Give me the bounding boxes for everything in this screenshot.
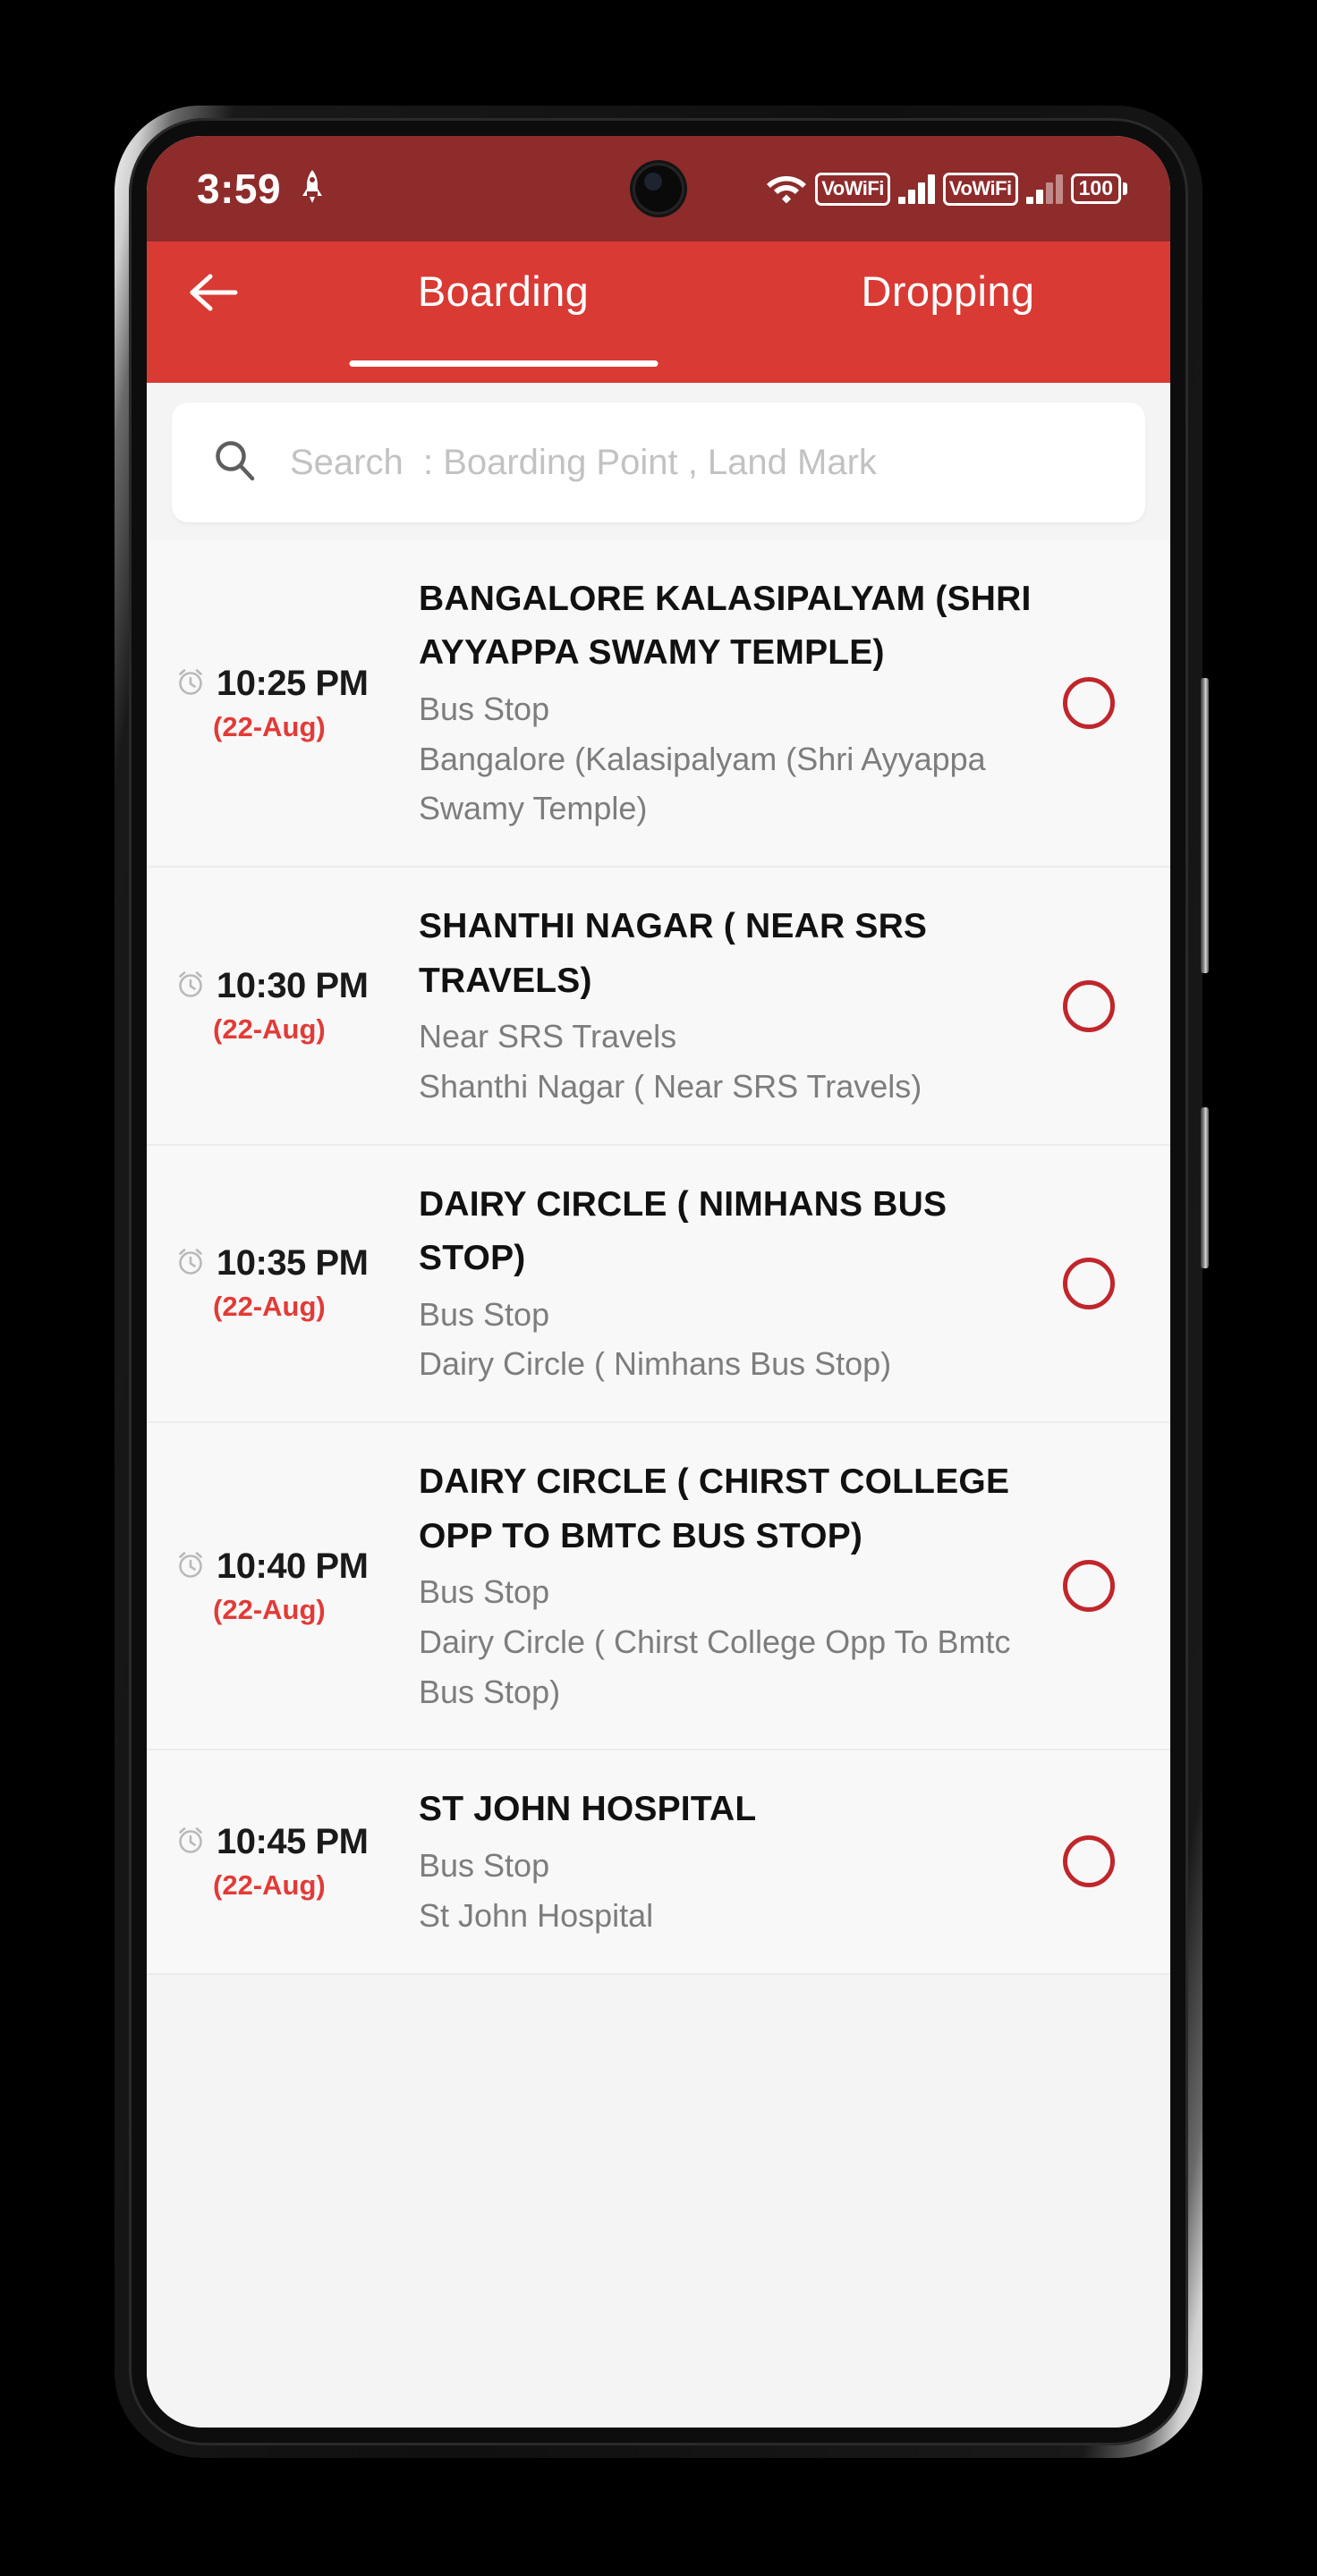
stop-time-line: 10:35 PM <box>175 1243 399 1284</box>
alarm-clock-icon <box>175 1825 206 1860</box>
tab-active-indicator <box>349 360 658 367</box>
stop-time-column: 10:25 PM (22-Aug) <box>166 664 399 743</box>
stop-title: ST JOHN HOSPITAL <box>419 1790 757 1829</box>
alarm-clock-icon <box>175 1246 206 1281</box>
back-button[interactable] <box>147 242 281 347</box>
stop-select-radio[interactable] <box>1063 1257 1115 1309</box>
stop-time: 10:40 PM <box>217 1546 369 1586</box>
stop-landmark: Bangalore (Kalasipalyam (Shri Ayyappa Sw… <box>419 740 986 827</box>
tab-bar: Boarding Dropping <box>281 242 1170 383</box>
vowifi-badge-sim1: VoWiFi <box>815 172 890 206</box>
alarm-clock-icon <box>175 969 206 1004</box>
volume-button[interactable] <box>1201 678 1209 973</box>
rocket-icon <box>301 169 324 209</box>
stop-title: SHANTHI NAGAR ( NEAR SRS TRAVELS) <box>419 907 928 1000</box>
stop-details: SHANTHI NAGAR ( NEAR SRS TRAVELS) Near S… <box>399 900 1063 1111</box>
search-bar[interactable] <box>172 402 1145 522</box>
stop-time: 10:25 PM <box>217 663 369 703</box>
stop-subtitle: Bus Stop <box>419 1846 550 1884</box>
stop-time-line: 10:30 PM <box>175 966 399 1006</box>
phone-device: 3:59 VoWiFi VoWiFi 100 Boarding Dropping… <box>115 106 1209 2458</box>
signal-bars-icon-sim1 <box>897 174 935 204</box>
stop-select-radio[interactable] <box>1063 979 1115 1032</box>
stop-date: (22-Aug) <box>213 710 326 742</box>
status-clock: 3:59 <box>197 165 282 212</box>
stop-landmark: St John Hospital <box>419 1896 654 1934</box>
stop-time-line: 10:25 PM <box>175 664 399 704</box>
tab-boarding-label: Boarding <box>417 267 590 315</box>
battery-level-label: 100 <box>1070 174 1121 204</box>
front-camera-punch-hole <box>633 163 684 215</box>
stop-select-radio[interactable] <box>1063 677 1115 730</box>
search-icon <box>211 437 258 488</box>
stop-time-column: 10:40 PM (22-Aug) <box>166 1546 399 1626</box>
search-input[interactable] <box>290 442 1106 483</box>
search-section <box>147 383 1170 540</box>
screenshot-stage: 3:59 VoWiFi VoWiFi 100 Boarding Dropping… <box>0 0 1317 2576</box>
alarm-clock-icon <box>175 1549 206 1584</box>
stop-title: DAIRY CIRCLE ( NIMHANS BUS STOP) <box>419 1184 947 1278</box>
stop-time: 10:35 PM <box>217 1243 369 1284</box>
alarm-clock-icon <box>175 666 206 701</box>
table-row[interactable]: 10:30 PM (22-Aug) SHANTHI NAGAR ( NEAR S… <box>147 868 1170 1146</box>
app-bar: Boarding Dropping <box>147 242 1170 383</box>
stop-subtitle: Bus Stop <box>419 1295 550 1333</box>
vowifi-badge-sim2: VoWiFi <box>942 172 1018 206</box>
wifi-icon <box>766 171 807 208</box>
stop-title: BANGALORE KALASIPALYAM (SHRI AYYAPPA SWA… <box>419 580 1032 673</box>
power-button[interactable] <box>1201 1107 1209 1268</box>
stop-date: (22-Aug) <box>213 1291 326 1323</box>
stop-landmark: Dairy Circle ( Nimhans Bus Stop) <box>419 1345 892 1383</box>
stop-time-column: 10:30 PM (22-Aug) <box>166 966 399 1046</box>
stop-details: ST JOHN HOSPITAL Bus Stop St John Hospit… <box>399 1783 1063 1940</box>
table-row[interactable]: 10:40 PM (22-Aug) DAIRY CIRCLE ( CHIRST … <box>147 1423 1170 1751</box>
stop-select-radio[interactable] <box>1063 1835 1115 1888</box>
status-bar: 3:59 VoWiFi VoWiFi 100 <box>147 136 1170 242</box>
status-bar-right: VoWiFi VoWiFi 100 <box>766 171 1127 208</box>
table-row[interactable]: 10:45 PM (22-Aug) ST JOHN HOSPITAL Bus S… <box>147 1750 1170 1975</box>
stop-time: 10:30 PM <box>217 966 369 1005</box>
stop-time-line: 10:40 PM <box>175 1546 399 1587</box>
stop-date: (22-Aug) <box>213 1593 326 1625</box>
signal-bars-icon-sim2 <box>1025 174 1063 204</box>
stop-date: (22-Aug) <box>213 1868 326 1901</box>
tab-dropping[interactable]: Dropping <box>726 242 1170 383</box>
stop-time-column: 10:35 PM (22-Aug) <box>166 1243 399 1323</box>
stop-details: DAIRY CIRCLE ( CHIRST COLLEGE OPP TO BMT… <box>399 1455 1063 1716</box>
page-content: 10:25 PM (22-Aug) BANGALORE KALASIPALYAM… <box>147 383 1170 2428</box>
battery-icon: 100 <box>1070 174 1127 204</box>
stop-title: DAIRY CIRCLE ( CHIRST COLLEGE OPP TO BMT… <box>419 1462 1010 1555</box>
battery-cap <box>1123 182 1127 195</box>
table-row[interactable]: 10:25 PM (22-Aug) BANGALORE KALASIPALYAM… <box>147 540 1170 869</box>
stop-landmark: Shanthi Nagar ( Near SRS Travels) <box>419 1067 922 1105</box>
stop-select-radio[interactable] <box>1063 1560 1115 1613</box>
stop-details: BANGALORE KALASIPALYAM (SHRI AYYAPPA SWA… <box>399 572 1063 834</box>
status-bar-left: 3:59 <box>197 168 324 209</box>
stop-landmark: Dairy Circle ( Chirst College Opp To Bmt… <box>419 1623 1011 1710</box>
tab-boarding[interactable]: Boarding <box>281 242 726 383</box>
back-arrow-icon <box>187 271 241 318</box>
boarding-point-list: 10:25 PM (22-Aug) BANGALORE KALASIPALYAM… <box>147 540 1170 1975</box>
stop-details: DAIRY CIRCLE ( NIMHANS BUS STOP) Bus Sto… <box>399 1178 1063 1389</box>
stop-time-line: 10:45 PM <box>175 1822 399 1862</box>
table-row[interactable]: 10:35 PM (22-Aug) DAIRY CIRCLE ( NIMHANS… <box>147 1145 1170 1424</box>
stop-subtitle: Bus Stop <box>419 690 550 727</box>
phone-screen: 3:59 VoWiFi VoWiFi 100 Boarding Dropping… <box>147 136 1170 2428</box>
stop-time-column: 10:45 PM (22-Aug) <box>166 1822 399 1902</box>
stop-time: 10:45 PM <box>217 1821 369 1861</box>
stop-date: (22-Aug) <box>213 1013 326 1045</box>
tab-dropping-label: Dropping <box>861 267 1035 315</box>
stop-subtitle: Bus Stop <box>419 1573 550 1611</box>
stop-subtitle: Near SRS Travels <box>419 1018 677 1055</box>
